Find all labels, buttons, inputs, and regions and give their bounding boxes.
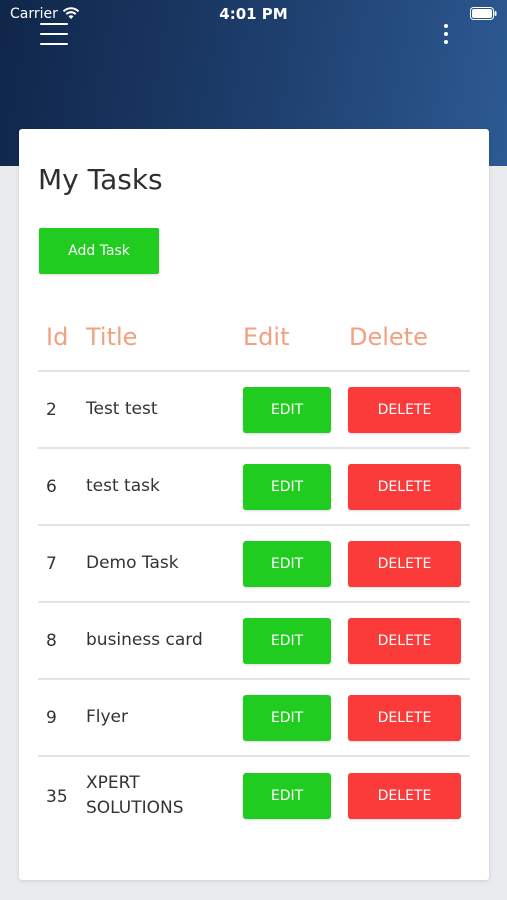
delete-button[interactable]: DELETE <box>348 464 461 510</box>
task-id: 7 <box>46 554 57 574</box>
delete-button[interactable]: DELETE <box>348 695 461 741</box>
task-title: Demo Task <box>86 553 179 573</box>
task-title: business card <box>86 630 203 650</box>
table-row: 2 Test test EDIT DELETE <box>38 372 470 449</box>
edit-button[interactable]: EDIT <box>243 773 331 819</box>
table-row: 35 XPERT SOLUTIONS EDIT DELETE <box>38 757 470 837</box>
edit-button[interactable]: EDIT <box>243 387 331 433</box>
table-header: Id Title Edit Delete <box>38 319 470 359</box>
status-bar: Carrier 4:01 PM <box>0 0 507 28</box>
edit-button[interactable]: EDIT <box>243 541 331 587</box>
edit-button[interactable]: EDIT <box>243 618 331 664</box>
column-header-edit: Edit <box>243 323 290 351</box>
table-row: 6 test task EDIT DELETE <box>38 449 470 526</box>
more-vertical-icon[interactable] <box>436 22 456 46</box>
page-title: My Tasks <box>38 163 163 196</box>
add-task-button[interactable]: Add Task <box>39 228 159 274</box>
task-id: 2 <box>46 400 57 420</box>
delete-button[interactable]: DELETE <box>348 773 461 819</box>
tasks-card: My Tasks Add Task Id Title Edit Delete 2… <box>19 129 489 880</box>
table-row: 9 Flyer EDIT DELETE <box>38 680 470 757</box>
task-id: 9 <box>46 708 57 728</box>
status-time: 4:01 PM <box>219 5 288 23</box>
table-row: 7 Demo Task EDIT DELETE <box>38 526 470 603</box>
delete-button[interactable]: DELETE <box>348 618 461 664</box>
task-id: 35 <box>46 787 68 807</box>
edit-button[interactable]: EDIT <box>243 695 331 741</box>
battery-icon <box>470 7 497 20</box>
delete-button[interactable]: DELETE <box>348 387 461 433</box>
task-title: XPERT SOLUTIONS <box>86 773 184 818</box>
hamburger-menu-icon[interactable] <box>40 23 68 45</box>
task-title: test task <box>86 476 160 496</box>
table-row: 8 business card EDIT DELETE <box>38 603 470 680</box>
task-id: 6 <box>46 477 57 497</box>
task-id: 8 <box>46 631 57 651</box>
delete-button[interactable]: DELETE <box>348 541 461 587</box>
column-header-id: Id <box>46 323 69 351</box>
column-header-delete: Delete <box>349 323 428 351</box>
task-title: Test test <box>86 399 158 419</box>
column-header-title: Title <box>86 323 138 351</box>
edit-button[interactable]: EDIT <box>243 464 331 510</box>
task-title: Flyer <box>86 707 129 727</box>
